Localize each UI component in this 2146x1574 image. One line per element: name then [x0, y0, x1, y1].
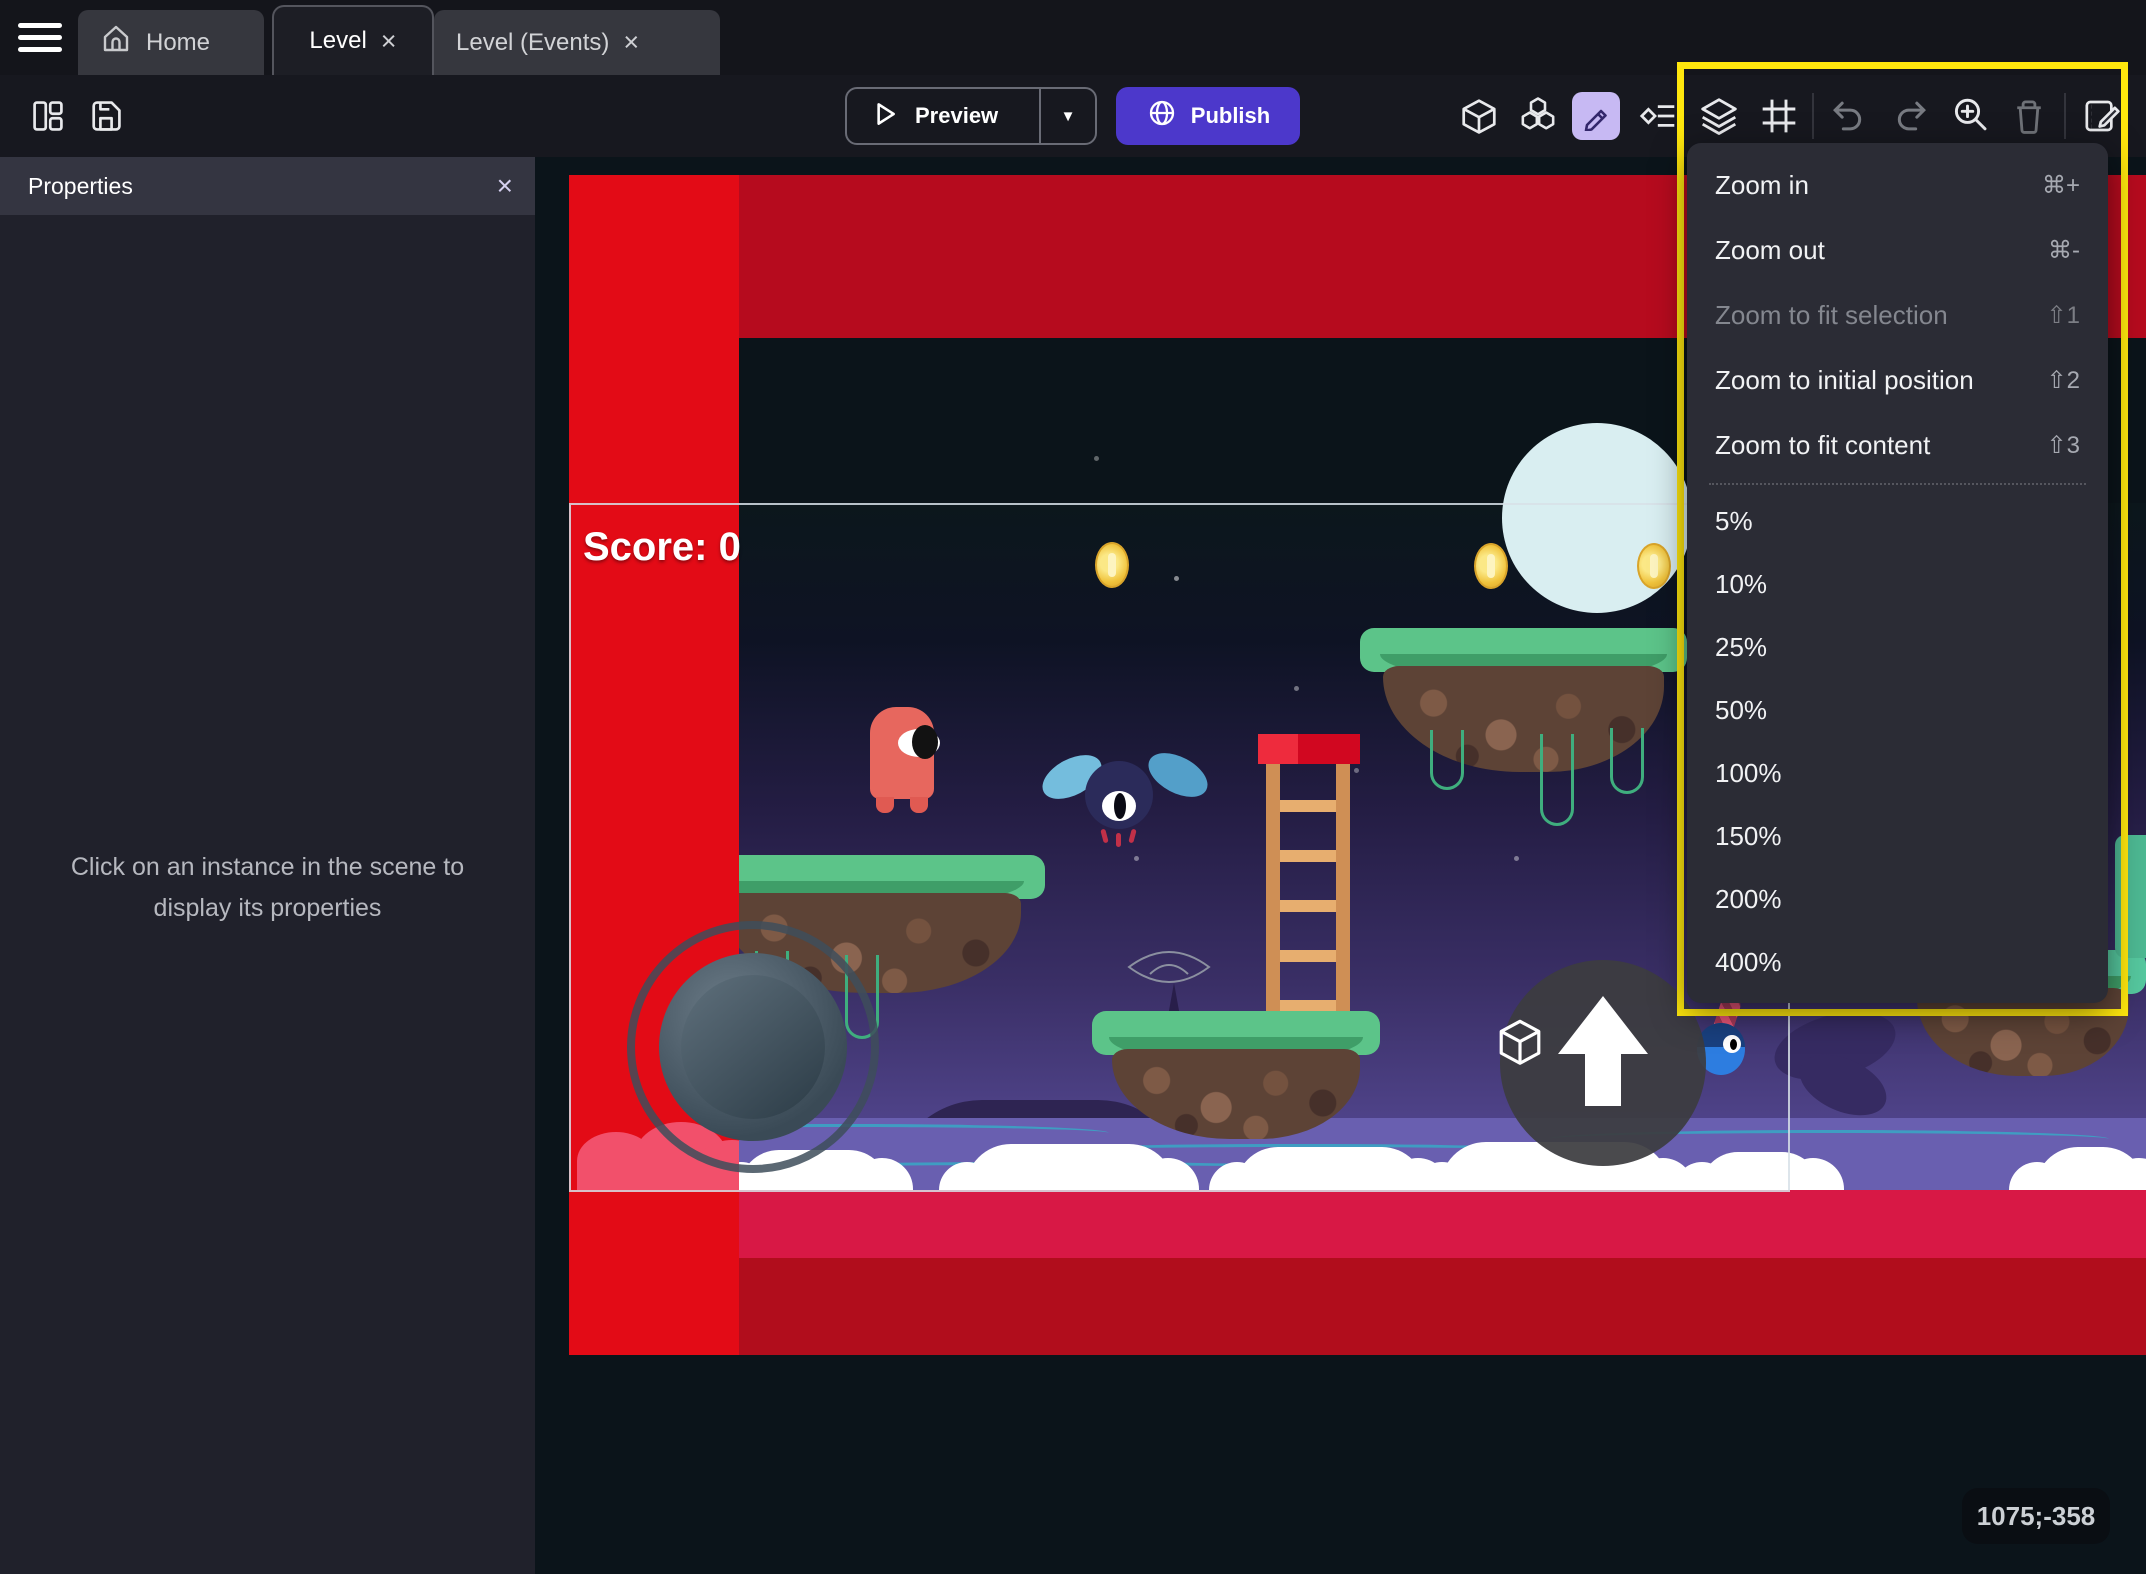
tab-home[interactable]: Home: [78, 10, 264, 75]
publish-label: Publish: [1190, 103, 1271, 128]
preview-label: Preview: [915, 103, 999, 128]
preview-dropdown-caret[interactable]: ▼: [1041, 89, 1095, 143]
publish-button[interactable]: Publish: [1116, 87, 1300, 145]
hamburger-bar: [18, 35, 62, 40]
menu-item-label: 5%: [1715, 506, 1753, 536]
menu-item-zoom-200[interactable]: 200%: [1687, 868, 2108, 931]
menu-item-zoom-in[interactable]: Zoom in ⌘+: [1687, 153, 2108, 218]
menu-item-label: 150%: [1715, 821, 1782, 851]
menu-item-shortcut: ⇧1: [2046, 302, 2080, 329]
menu-item-zoom-25[interactable]: 25%: [1687, 616, 2108, 679]
menu-item-shortcut: ⇧3: [2046, 432, 2080, 459]
menu-item-zoom-5[interactable]: 5%: [1687, 490, 2108, 553]
save-icon[interactable]: [84, 94, 128, 138]
toolbar-divider: [2064, 93, 2066, 139]
menu-item-zoom-150[interactable]: 150%: [1687, 805, 2108, 868]
menu-item-label: Zoom to fit selection: [1715, 300, 1948, 330]
close-tab-icon[interactable]: ×: [623, 29, 639, 56]
menu-item-zoom-fit-selection: Zoom to fit selection ⇧1: [1687, 283, 2108, 348]
properties-panel-header: Properties ×: [0, 157, 535, 215]
objects-cube-icon[interactable]: [1457, 94, 1501, 138]
score-text: Score: 0: [583, 525, 741, 569]
tab-label: Home: [146, 28, 211, 56]
joystick-knob: [681, 975, 825, 1119]
close-tab-icon[interactable]: ×: [381, 27, 397, 55]
stars-decor: [535, 157, 538, 160]
menu-item-zoom-fit-content[interactable]: Zoom to fit content ⇧3: [1687, 413, 2108, 478]
properties-panel-title: Properties: [28, 172, 133, 199]
menu-item-shortcut: ⌘-: [2048, 237, 2080, 264]
edit-scene-events-icon[interactable]: [2080, 94, 2124, 138]
close-panel-icon[interactable]: ×: [497, 170, 513, 202]
menu-item-label: 200%: [1715, 884, 1782, 914]
menu-item-label: 50%: [1715, 695, 1768, 725]
menu-item-zoom-10[interactable]: 10%: [1687, 553, 2108, 616]
tab-level[interactable]: Level ×: [272, 5, 434, 75]
pencil-icon: [1584, 109, 1607, 131]
toolbar-divider: [1812, 93, 1814, 139]
menu-item-label: Zoom in: [1715, 170, 1809, 200]
zoom-dropdown-menu: Zoom in ⌘+ Zoom out ⌘- Zoom to fit selec…: [1687, 143, 2108, 1003]
redo-icon[interactable]: [1889, 94, 1933, 138]
object-groups-icon[interactable]: [1516, 94, 1560, 138]
play-icon: [869, 99, 899, 134]
menu-item-label: Zoom to fit content: [1715, 430, 1931, 460]
menu-item-shortcut: ⇧2: [2046, 367, 2080, 394]
menu-item-label: 100%: [1715, 758, 1782, 788]
home-icon: [100, 23, 132, 62]
properties-panel: Properties × Click on an instance in the…: [0, 157, 535, 1574]
menu-item-zoom-initial-position[interactable]: Zoom to initial position ⇧2: [1687, 348, 2108, 413]
tab-bar: Home Level × Level (Events) ×: [0, 0, 2146, 75]
hamburger-bar: [18, 23, 62, 28]
menu-item-zoom-50[interactable]: 50%: [1687, 679, 2108, 742]
hamburger-menu-icon[interactable]: [18, 23, 64, 55]
menu-item-label: 25%: [1715, 632, 1768, 662]
hamburger-bar: [18, 47, 62, 52]
platform-edge-sliver: [2115, 835, 2146, 958]
properties-empty-message: Click on an instance in the scene to dis…: [70, 853, 465, 922]
menu-item-zoom-out[interactable]: Zoom out ⌘-: [1687, 218, 2108, 283]
crate-wireframe-instance[interactable]: [1495, 1017, 1545, 1074]
cursor-coordinates-badge: 1075;-358: [1962, 1488, 2110, 1544]
tab-level-events[interactable]: Level (Events) ×: [434, 10, 720, 75]
menu-divider: [1709, 483, 2086, 485]
layers-icon[interactable]: [1697, 94, 1741, 138]
tab-label: Level (Events): [456, 28, 610, 56]
menu-item-label: 10%: [1715, 569, 1768, 599]
tab-label: Level: [309, 27, 367, 54]
menu-item-shortcut: ⌘+: [2041, 172, 2080, 199]
menu-item-label: Zoom to initial position: [1715, 365, 1974, 395]
menu-item-label: Zoom out: [1715, 235, 1825, 265]
preview-button[interactable]: Preview ▼: [845, 87, 1097, 145]
undo-icon[interactable]: [1826, 94, 1870, 138]
globe-icon: [1146, 97, 1178, 135]
grid-icon[interactable]: [1757, 94, 1801, 138]
trash-icon[interactable]: [2007, 94, 2051, 138]
app-window: Home Level × Level (Events) × Preview ▼: [0, 0, 2146, 1574]
up-arrow-stem: [1585, 1052, 1621, 1106]
instances-list-icon[interactable]: [1637, 94, 1681, 138]
panels-layout-icon[interactable]: [26, 94, 70, 138]
menu-item-label: 400%: [1715, 947, 1782, 977]
red-wall-bottom-dark: [739, 1258, 2146, 1355]
red-wall-bottom[interactable]: [739, 1190, 2146, 1258]
menu-item-zoom-100[interactable]: 100%: [1687, 742, 2108, 805]
menu-item-zoom-400[interactable]: 400%: [1687, 931, 2108, 994]
zoom-in-icon[interactable]: [1949, 94, 1993, 138]
edit-tool-button[interactable]: [1572, 92, 1620, 140]
up-arrow-icon: [1558, 996, 1648, 1054]
